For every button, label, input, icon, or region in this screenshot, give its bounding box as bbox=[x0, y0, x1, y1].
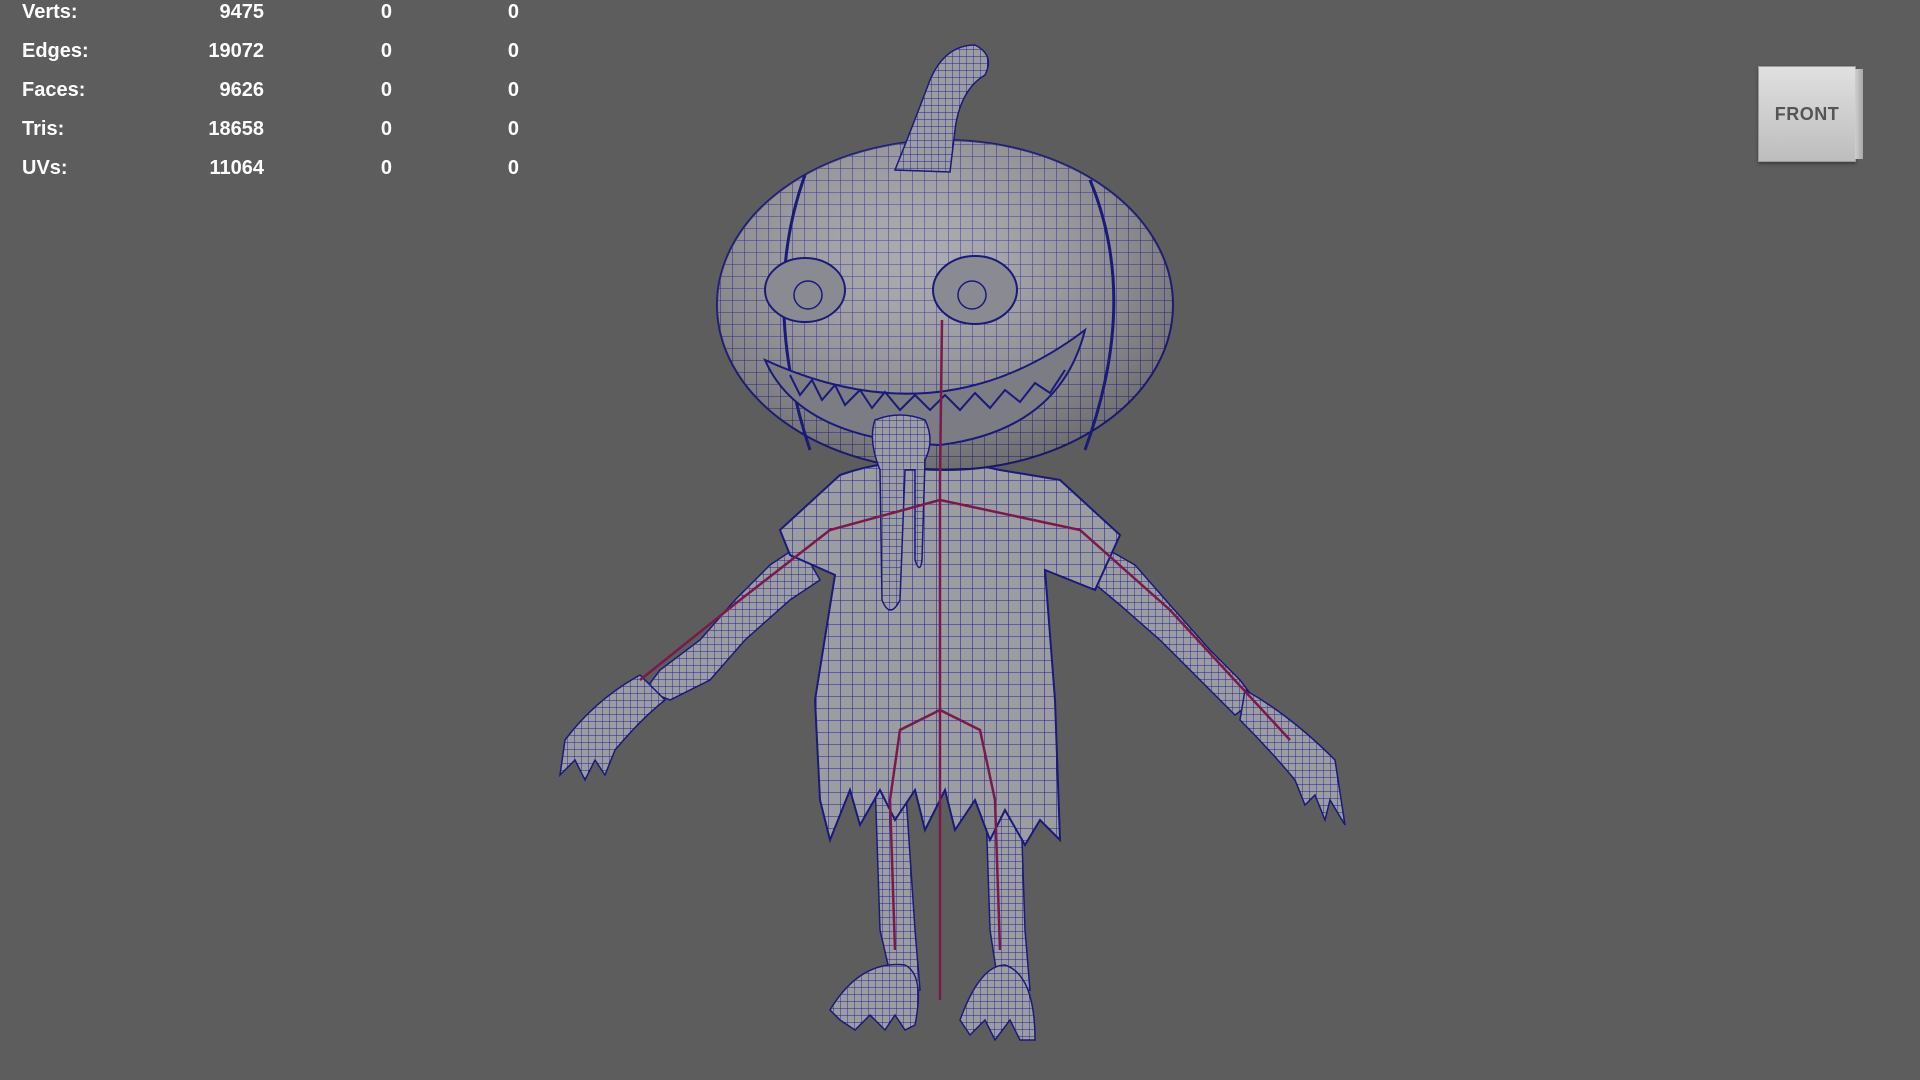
shirt bbox=[778, 460, 1122, 847]
poly-count-hud: Verts: 9475 0 0 Edges: 19072 0 0 Faces: … bbox=[22, 0, 519, 188]
hud-value: 9475 bbox=[219, 1, 265, 23]
hud-value: 0 bbox=[507, 40, 519, 62]
view-cube-side-face[interactable] bbox=[1855, 69, 1863, 159]
left-arm bbox=[643, 543, 821, 701]
right-eye bbox=[932, 255, 1018, 325]
hud-row-tris: Tris: 18658 0 0 bbox=[22, 110, 519, 149]
hud-value: 0 bbox=[507, 157, 519, 179]
hud-label: Edges: bbox=[22, 40, 89, 62]
hud-value: 0 bbox=[507, 1, 519, 23]
hud-label: Tris: bbox=[22, 118, 65, 140]
pumpkin-character-mesh[interactable] bbox=[558, 44, 1346, 1042]
left-foot bbox=[829, 963, 920, 1032]
right-arm bbox=[1089, 543, 1257, 716]
hud-value: 0 bbox=[380, 118, 392, 140]
hud-value: 19072 bbox=[208, 40, 264, 62]
hud-value: 11064 bbox=[209, 157, 264, 179]
left-hand bbox=[558, 674, 667, 782]
hud-label: UVs: bbox=[22, 157, 68, 179]
hud-value: 0 bbox=[507, 118, 519, 140]
hud-row-verts: Verts: 9475 0 0 bbox=[22, 0, 519, 32]
hud-label: Faces: bbox=[22, 79, 86, 101]
hud-value: 0 bbox=[380, 157, 392, 179]
view-cube[interactable]: FRONT bbox=[1758, 66, 1864, 162]
hud-row-uvs: UVs: 11064 0 0 bbox=[22, 149, 519, 188]
hud-value: 0 bbox=[380, 1, 392, 23]
left-eye bbox=[764, 257, 846, 323]
hud-value: 0 bbox=[380, 79, 392, 101]
hud-label: Verts: bbox=[22, 1, 78, 23]
hud-value: 0 bbox=[507, 79, 519, 101]
hud-row-edges: Edges: 19072 0 0 bbox=[22, 32, 519, 71]
hud-value: 18658 bbox=[208, 118, 264, 140]
right-hand bbox=[1239, 688, 1346, 826]
view-cube-front-face[interactable]: FRONT bbox=[1758, 66, 1856, 162]
hud-row-faces: Faces: 9626 0 0 bbox=[22, 71, 519, 110]
hud-value: 9626 bbox=[219, 79, 265, 101]
hud-value: 0 bbox=[380, 40, 392, 62]
